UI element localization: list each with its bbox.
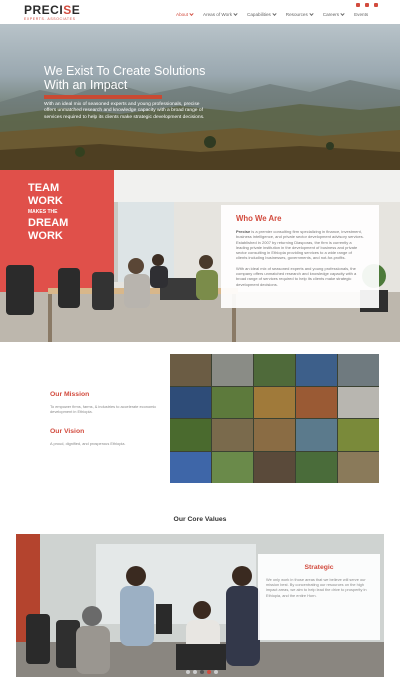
collage-tile [212, 354, 253, 386]
collage-tile [170, 419, 211, 451]
carousel-dot[interactable] [186, 670, 190, 674]
nav-item-areas-of-work[interactable]: Areas of Work [203, 11, 238, 17]
nav-item-resources[interactable]: Resources [286, 11, 314, 17]
collage-tile [254, 419, 295, 451]
chevron-down-icon [189, 11, 194, 16]
core-value-text: We only work in those areas that we beli… [266, 577, 367, 598]
carousel-dots [186, 670, 218, 674]
collage-tile [296, 386, 337, 418]
mission-vision: Our Mission To empower firms, farms, & i… [50, 391, 160, 460]
vision-text: A proud, dignified, and prosperous Ethio… [50, 441, 126, 446]
nav-item-capabilities[interactable]: Capabilities [247, 11, 277, 17]
collage-tile [170, 354, 211, 386]
hero-description: With an ideal mix of seasoned experts an… [44, 102, 205, 120]
social-links [356, 3, 378, 7]
chevron-down-icon [309, 11, 314, 16]
facebook-icon[interactable] [365, 3, 369, 7]
core-values-title: Our Core Values [173, 516, 227, 523]
chevron-down-icon [233, 11, 238, 16]
collage-tile [254, 451, 295, 483]
chevron-down-icon [340, 11, 345, 16]
collage-tile [296, 419, 337, 451]
brand-wordmark: PRECISE [24, 3, 81, 17]
hero-accent-bar [44, 95, 162, 99]
nav-item-careers[interactable]: Careers [323, 11, 345, 17]
linkedin-icon[interactable] [356, 3, 360, 7]
collage-tile [212, 419, 253, 451]
who-we-are-paragraph-2: With an ideal mix of seasoned experts an… [236, 265, 357, 287]
carousel-dot[interactable] [200, 670, 204, 674]
nav-item-events[interactable]: Events [354, 12, 368, 17]
collage-tile [338, 386, 379, 418]
hero-title: We Exist To Create Solutions With an Imp… [44, 64, 206, 92]
mission-title: Our Mission [50, 391, 90, 398]
main-nav: About Areas of Work Capabilities Resourc… [176, 11, 368, 17]
vision-title: Our Vision [50, 428, 85, 435]
mission-text: To empower firms, farms, & industries to… [50, 404, 157, 414]
nav-item-about[interactable]: About [176, 11, 194, 17]
core-value-card: Strategic We only work in those areas th… [258, 554, 380, 640]
brand-tagline: EXPERTS. ASSOCIATES [24, 17, 76, 21]
collage-tile [170, 451, 211, 483]
core-value-title: Strategic [304, 564, 334, 571]
who-we-are-title: Who We Are [236, 214, 282, 223]
collage-tile [338, 419, 379, 451]
photo-collage [170, 354, 379, 483]
who-we-are-paragraph-1: Precise is a premier consulting firm spe… [236, 229, 364, 261]
brand-logo[interactable]: PRECISE EXPERTS. ASSOCIATES [24, 3, 81, 21]
collage-tile [170, 386, 211, 418]
chevron-down-icon [272, 11, 277, 16]
collage-tile [212, 451, 253, 483]
collage-tile [254, 386, 295, 418]
youtube-icon[interactable] [374, 3, 378, 7]
carousel-dot-active[interactable] [207, 670, 211, 674]
carousel-dot[interactable] [193, 670, 197, 674]
collage-tile [338, 451, 379, 483]
site-header: PRECISE EXPERTS. ASSOCIATES About Areas … [0, 0, 400, 24]
collage-tile [212, 386, 253, 418]
hero-banner: We Exist To Create Solutions With an Imp… [0, 24, 400, 170]
who-we-are-card: Who We Are Precise is a premier consulti… [221, 205, 379, 308]
collage-tile [254, 354, 295, 386]
collage-tile [338, 354, 379, 386]
collage-tile [296, 354, 337, 386]
carousel-dot[interactable] [214, 670, 218, 674]
collage-tile [296, 451, 337, 483]
